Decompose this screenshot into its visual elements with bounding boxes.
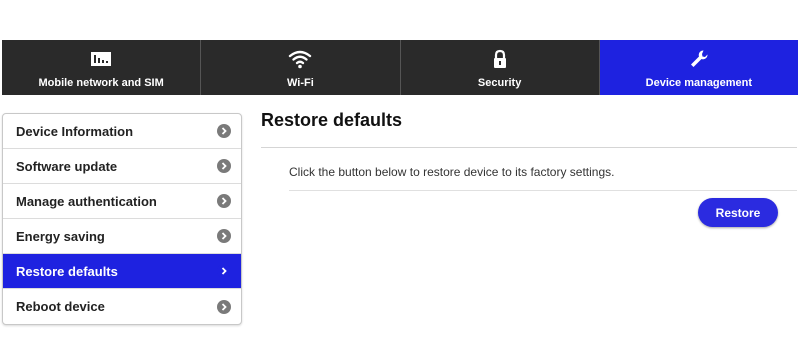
chevron-right-icon	[217, 159, 231, 173]
content-divider	[289, 190, 797, 191]
lock-icon	[492, 48, 508, 70]
tab-label: Device management	[645, 77, 753, 89]
tab-security[interactable]: Security	[400, 40, 600, 95]
sidebar-item-label: Energy saving	[16, 228, 105, 244]
chevron-right-icon	[217, 194, 231, 208]
sidebar-item-label: Restore defaults	[16, 263, 118, 279]
sidebar-item-restore-defaults[interactable]: Restore defaults	[3, 254, 241, 289]
tab-label: Security	[477, 77, 522, 89]
restore-description: Click the button below to restore device…	[289, 165, 615, 179]
sidebar-item-label: Device Information	[16, 123, 134, 139]
sidebar-item-reboot-device[interactable]: Reboot device	[3, 289, 241, 324]
tab-label: Mobile network and SIM	[38, 77, 164, 89]
chevron-right-icon	[217, 229, 231, 243]
sidebar-item-label: Software update	[16, 158, 118, 174]
restore-button[interactable]: Restore	[698, 198, 778, 227]
sidebar-item-label: Manage authentication	[16, 193, 157, 209]
sidebar-item-manage-authentication[interactable]: Manage authentication	[3, 184, 241, 219]
sidebar-item-device-information[interactable]: Device Information	[3, 114, 241, 149]
chevron-right-icon	[217, 299, 231, 314]
sidebar-item-software-update[interactable]: Software update	[3, 149, 241, 184]
tab-label: Wi-Fi	[286, 77, 314, 89]
signal-icon	[90, 48, 112, 70]
sidebar: Device Information Software update Manag…	[2, 113, 242, 325]
tab-mobile-network-and-sim[interactable]: Mobile network and SIM	[2, 40, 202, 95]
wifi-icon	[288, 48, 312, 70]
title-divider	[261, 147, 797, 148]
chevron-right-icon	[217, 124, 231, 138]
page-title: Restore defaults	[261, 110, 403, 130]
top-navigation: Mobile network and SIM Wi-Fi Security De…	[2, 40, 798, 95]
sidebar-item-energy-saving[interactable]: Energy saving	[3, 219, 241, 254]
sidebar-item-label: Reboot device	[16, 299, 105, 314]
chevron-right-icon	[217, 264, 231, 278]
wrench-icon	[689, 48, 709, 70]
tab-wi-fi[interactable]: Wi-Fi	[201, 40, 401, 95]
tab-device-management[interactable]: Device management	[599, 40, 798, 95]
